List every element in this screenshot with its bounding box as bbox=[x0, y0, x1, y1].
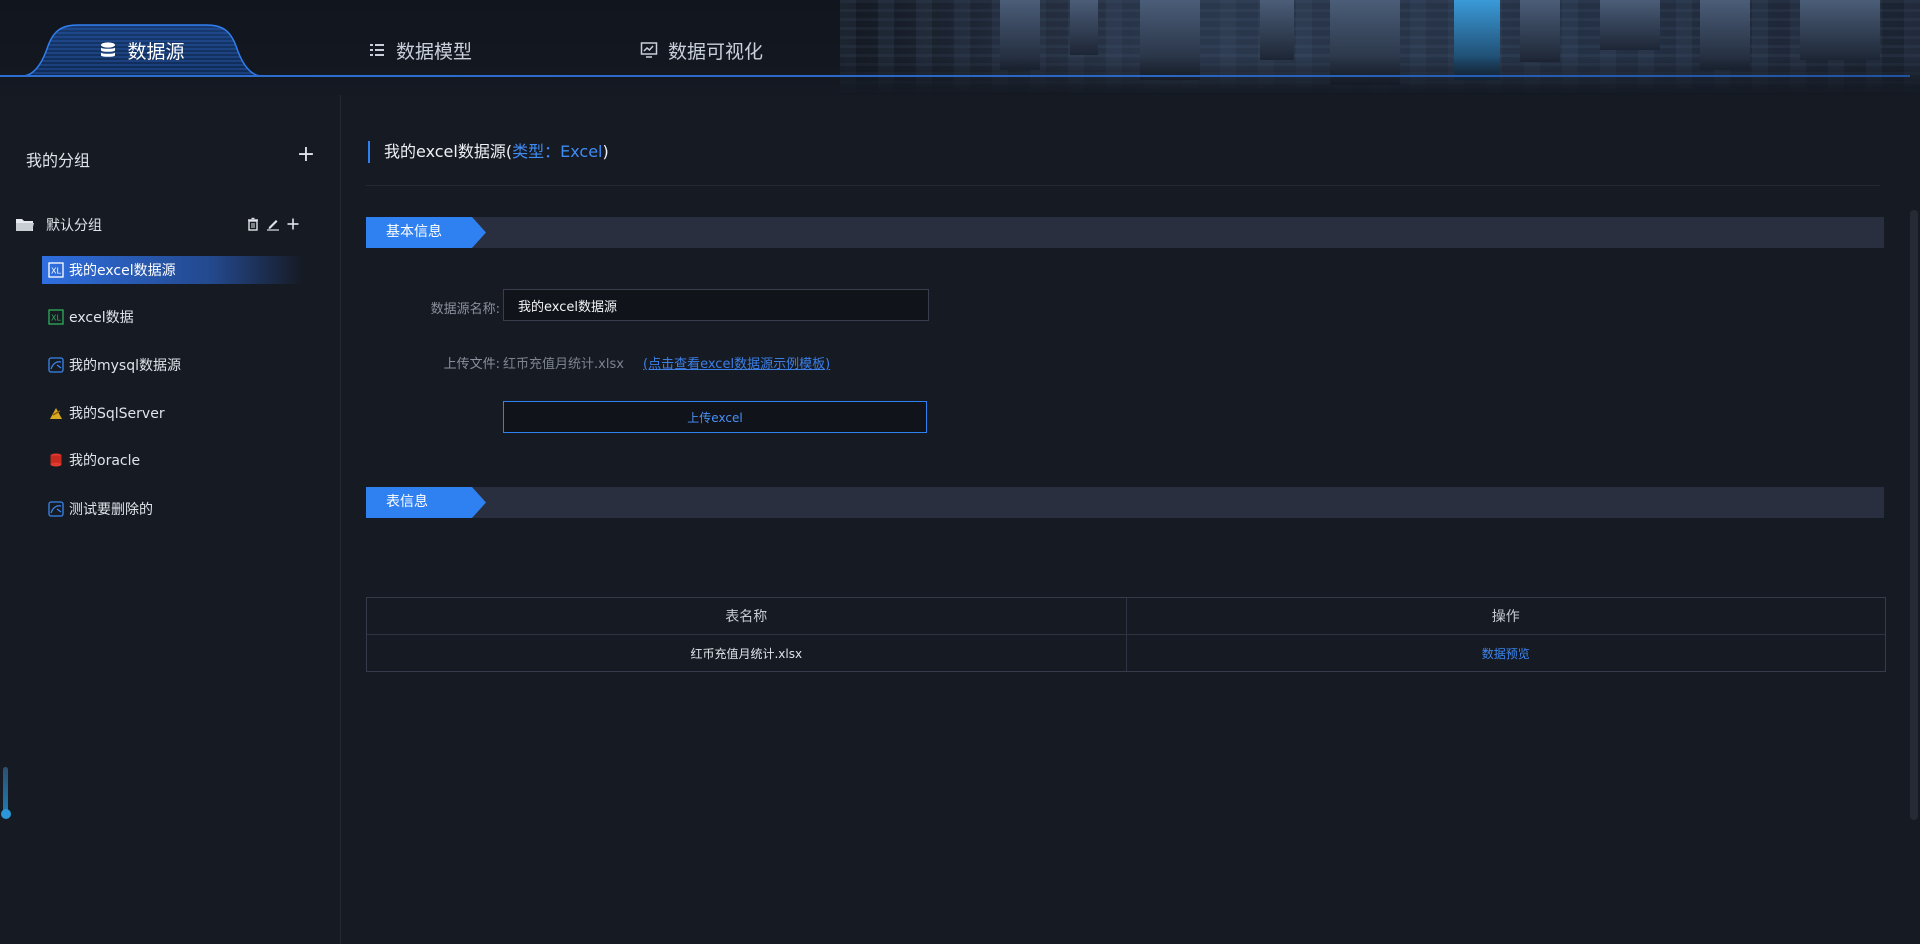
tab-datamodel[interactable]: 数据模型 bbox=[368, 24, 472, 76]
chart-monitor-icon bbox=[640, 42, 658, 58]
folder-icon bbox=[16, 219, 34, 231]
main-content: 我的excel数据源(类型：Excel) 基本信息 数据源名称: 上传文件: 红… bbox=[340, 95, 1910, 944]
datasource-name-label: 数据源名称: bbox=[430, 302, 500, 317]
plus-icon[interactable] bbox=[286, 217, 300, 231]
uploaded-file-name: 红币充值月统计.xlsx bbox=[503, 357, 624, 372]
database-icon bbox=[101, 42, 116, 57]
excel-icon: XL bbox=[48, 309, 64, 325]
main-scrollbar[interactable] bbox=[1910, 210, 1918, 820]
oracle-icon bbox=[50, 453, 62, 467]
section-basic-info: 基本信息 bbox=[366, 217, 1884, 248]
sidebar: 我的分组 + 默认分组 XL 我的excel数据源 XL excel数据 我的m… bbox=[0, 95, 341, 944]
column-header-table-name: 表名称 bbox=[725, 609, 768, 625]
datasource-item-mysql[interactable]: 我的mysql数据源 bbox=[42, 351, 304, 379]
datasource-label: 我的SqlServer bbox=[69, 406, 165, 422]
table-list: 表名称 操作 红币充值月统计.xlsx 数据预览 bbox=[366, 597, 1886, 672]
datasource-name-title: 我的excel数据源 bbox=[384, 142, 506, 161]
mysql-icon bbox=[48, 357, 64, 373]
tab-label: 数据模型 bbox=[396, 40, 473, 63]
add-group-button[interactable]: + bbox=[296, 144, 316, 166]
city-banner-background bbox=[840, 0, 1920, 95]
section-title: 基本信息 bbox=[366, 217, 486, 248]
paren-close: ) bbox=[602, 142, 609, 161]
section-table-info: 表信息 bbox=[366, 487, 1884, 518]
column-header-action: 操作 bbox=[1125, 598, 1886, 634]
table-row: 红币充值月统计.xlsx 数据预览 bbox=[367, 635, 1885, 671]
excel-icon: XL bbox=[48, 262, 64, 278]
svg-text:XL: XL bbox=[51, 267, 61, 276]
edit-icon[interactable] bbox=[266, 217, 280, 231]
tab-datavisualization[interactable]: 数据可视化 bbox=[640, 24, 763, 76]
datasource-item-my-excel[interactable]: XL 我的excel数据源 bbox=[42, 256, 304, 284]
table-name-cell: 红币充值月统计.xlsx bbox=[690, 646, 803, 661]
action-cell: 数据预览 bbox=[1125, 635, 1886, 671]
title-divider bbox=[366, 185, 1880, 186]
sidebar-scrollbar-handle[interactable] bbox=[1, 809, 11, 819]
upload-excel-button[interactable]: 上传excel bbox=[503, 401, 927, 433]
datasource-label: 我的mysql数据源 bbox=[69, 358, 181, 374]
datasource-label: 测试要删除的 bbox=[69, 502, 153, 518]
tab-datasource[interactable]: 数据源 bbox=[22, 24, 262, 76]
table-header-row: 表名称 操作 bbox=[367, 598, 1885, 635]
section-title: 表信息 bbox=[366, 487, 486, 518]
svg-text:XL: XL bbox=[51, 314, 61, 323]
datasource-label: 我的excel数据源 bbox=[69, 263, 176, 279]
datasource-label: excel数据 bbox=[69, 310, 134, 326]
datasource-item-oracle[interactable]: 我的oracle bbox=[42, 446, 304, 474]
page-title: 我的excel数据源(类型：Excel) bbox=[368, 141, 609, 163]
example-template-link[interactable]: (点击查看excel数据源示例模板) bbox=[643, 353, 830, 372]
header-divider bbox=[0, 75, 1910, 77]
datasource-item-excel-data[interactable]: XL excel数据 bbox=[42, 303, 304, 331]
group-label: 默认分组 bbox=[46, 218, 102, 234]
datasource-item-test-delete[interactable]: 测试要删除的 bbox=[42, 495, 304, 523]
list-icon bbox=[370, 44, 384, 56]
tab-label: 数据源 bbox=[127, 40, 185, 63]
datasource-name-input[interactable] bbox=[503, 289, 929, 321]
tab-label: 数据可视化 bbox=[668, 40, 764, 63]
datasource-type: 类型：Excel bbox=[512, 142, 603, 161]
sqlserver-icon bbox=[50, 408, 62, 419]
datasource-label: 我的oracle bbox=[69, 453, 141, 469]
upload-file-label: 上传文件: bbox=[443, 357, 500, 372]
trash-icon[interactable] bbox=[246, 217, 260, 231]
data-preview-link[interactable]: 数据预览 bbox=[1482, 645, 1530, 662]
datasource-item-sqlserver[interactable]: 我的SqlServer bbox=[42, 399, 304, 427]
top-navigation-bar: 数据源 数据模型 数据可视化 bbox=[0, 0, 1920, 95]
group-default[interactable]: 默认分组 bbox=[16, 213, 306, 237]
mysql-icon bbox=[48, 501, 64, 517]
sidebar-title: 我的分组 bbox=[26, 151, 91, 170]
